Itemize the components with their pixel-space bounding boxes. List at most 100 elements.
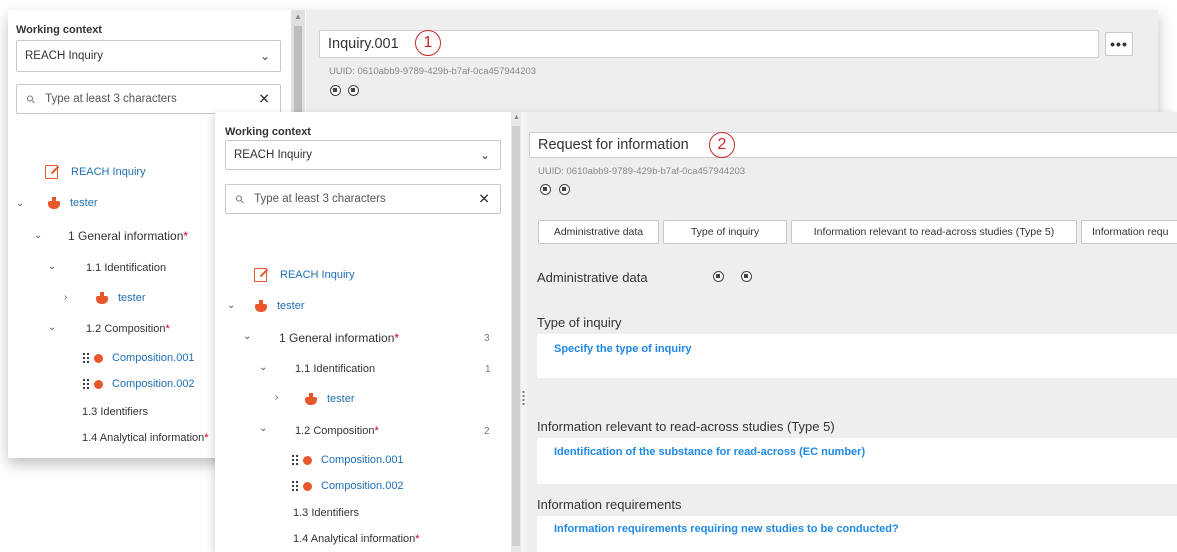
expand-caret-icon[interactable]: ⌄ <box>259 362 267 373</box>
search-icon: ⚲ <box>24 92 39 107</box>
required-marker: * <box>415 533 420 545</box>
uuid-label: UUID: 0610abb9-9789-429b-b7af-0ca4579442… <box>538 166 746 177</box>
tree-item-tester[interactable]: tester <box>48 197 98 209</box>
expand-caret-icon[interactable]: ⌄ <box>48 322 56 333</box>
drag-handle-icon[interactable] <box>82 352 90 364</box>
flag-icon[interactable] <box>540 184 551 195</box>
tab-administrative-data[interactable]: Administrative data <box>538 220 659 244</box>
flag-icon[interactable] <box>330 85 341 96</box>
scroll-up-icon[interactable]: ▲ <box>294 12 302 21</box>
splitter-grip-icon[interactable] <box>522 390 525 406</box>
tree-item-label: 1 General information <box>68 229 184 243</box>
working-context-select[interactable]: REACH Inquiry ⌄ <box>225 140 501 170</box>
expand-caret-icon[interactable]: › <box>64 292 67 303</box>
expand-caret-icon[interactable]: ⌄ <box>243 331 251 342</box>
tree-item-label: tester <box>118 292 146 304</box>
chevron-down-icon: ⌄ <box>479 148 490 162</box>
section-title-administrative-data: Administrative data <box>537 270 648 285</box>
tab-information-requirements[interactable]: Information requ <box>1081 220 1177 244</box>
tree-item-analytical-information[interactable]: 1.4 Analytical information * <box>293 533 420 545</box>
tree-item-label: Composition.001 <box>112 352 195 364</box>
drag-handle-icon[interactable] <box>291 454 299 466</box>
clear-icon[interactable]: ✕ <box>478 191 490 208</box>
drag-handle-icon[interactable] <box>291 480 299 492</box>
working-context-select[interactable]: REACH Inquiry ⌄ <box>16 40 281 72</box>
tree-item-reach-inquiry[interactable]: REACH Inquiry <box>44 164 146 179</box>
expand-caret-icon[interactable]: ⌄ <box>34 230 42 241</box>
expand-caret-icon[interactable]: ⌄ <box>259 423 267 434</box>
clear-icon[interactable]: ✕ <box>258 91 270 108</box>
required-marker: * <box>374 425 379 437</box>
expand-caret-icon[interactable]: ⌄ <box>16 198 24 209</box>
working-context-label: Working context <box>225 126 311 138</box>
required-marker: * <box>183 229 189 243</box>
flag-icon[interactable] <box>741 271 752 282</box>
child-count: 2 <box>484 426 490 437</box>
tree-item-label: Composition.002 <box>321 480 404 492</box>
required-marker: * <box>394 331 400 345</box>
tree-item-composition-001[interactable]: Composition.001 <box>82 352 195 364</box>
front-tree-scrollbar[interactable]: ▲ <box>511 112 521 552</box>
tree-item-identifiers[interactable]: 1.3 Identifiers <box>293 507 359 519</box>
flag-icon[interactable] <box>559 184 570 195</box>
substance-flask-icon <box>305 393 317 405</box>
tree-item-composition-002[interactable]: Composition.002 <box>82 378 195 390</box>
tree-item-identifiers[interactable]: 1.3 Identifiers <box>82 406 148 418</box>
tab-read-across-studies[interactable]: Information relevant to read-across stud… <box>791 220 1077 244</box>
tree-item-general-information[interactable]: 1 General information * <box>68 229 188 243</box>
section-title-type-of-inquiry: Type of inquiry <box>537 315 622 330</box>
required-marker: * <box>204 432 209 444</box>
tree-item-label: 1.4 Analytical information <box>82 432 205 444</box>
tree-item-reach-inquiry[interactable]: REACH Inquiry <box>253 267 355 282</box>
flag-icon[interactable] <box>348 85 359 96</box>
tree-item-composition[interactable]: 1.2 Composition * <box>86 323 170 335</box>
callout-marker: 2 <box>709 132 735 158</box>
field-new-studies-required[interactable]: Information requirements requiring new s… <box>554 523 899 535</box>
tree-item-label: REACH Inquiry <box>71 165 146 178</box>
working-context-label: Working context <box>16 24 102 36</box>
substance-flask-icon <box>96 292 108 304</box>
front-navigation-panel: Working context REACH Inquiry ⌄ ⚲ Type a… <box>215 112 511 552</box>
expand-caret-icon[interactable]: ⌄ <box>227 300 235 311</box>
status-dot-icon <box>303 481 312 491</box>
dataset-name-value: Request for information <box>538 137 689 153</box>
tree-search-input[interactable]: ⚲ Type at least 3 characters ✕ <box>225 184 501 214</box>
uuid-label: UUID: 0610abb9-9789-429b-b7af-0ca4579442… <box>329 66 537 77</box>
dataset-name-value: Inquiry.001 <box>328 36 399 52</box>
tree-item-composition[interactable]: 1.2 Composition * <box>295 425 379 437</box>
scrollbar-thumb[interactable] <box>512 126 520 546</box>
edit-document-icon <box>253 267 268 282</box>
scroll-up-icon[interactable]: ▲ <box>513 114 520 121</box>
expand-caret-icon[interactable]: ⌄ <box>48 261 56 272</box>
tree-item-identification[interactable]: 1.1 Identification <box>86 262 166 274</box>
tree-item-composition-001[interactable]: Composition.001 <box>291 454 404 466</box>
tree-item-analytical-information[interactable]: 1.4 Analytical information * <box>82 432 209 444</box>
tree-item-tester[interactable]: tester <box>255 300 305 312</box>
more-options-button[interactable]: ••• <box>1105 32 1133 56</box>
tree-item-identification-tester[interactable]: tester <box>96 292 146 304</box>
tree-item-label: 1.3 Identifiers <box>293 507 360 519</box>
tree-search-input[interactable]: ⚲ Type at least 3 characters ✕ <box>16 84 281 114</box>
tree-item-identification-tester[interactable]: tester <box>305 393 355 405</box>
section-title-information-requirements: Information requirements <box>537 497 682 512</box>
expand-caret-icon[interactable]: › <box>275 392 278 403</box>
tree-item-label: tester <box>70 197 98 209</box>
tree-item-general-information[interactable]: 1 General information * <box>279 331 399 345</box>
drag-handle-icon[interactable] <box>82 378 90 390</box>
tree-item-label: tester <box>277 300 305 312</box>
tree-item-label: 1.3 Identifiers <box>82 406 149 418</box>
working-context-value: REACH Inquiry <box>25 50 103 62</box>
tree-item-composition-002[interactable]: Composition.002 <box>291 480 404 492</box>
section-title-read-across: Information relevant to read-across stud… <box>537 419 835 434</box>
tab-type-of-inquiry[interactable]: Type of inquiry <box>663 220 787 244</box>
working-context-value: REACH Inquiry <box>234 149 312 161</box>
search-icon: ⚲ <box>233 192 248 207</box>
field-read-across-ec-number[interactable]: Identification of the substance for read… <box>554 446 865 458</box>
substance-flask-icon <box>255 300 267 312</box>
tree-item-label: REACH Inquiry <box>280 268 355 281</box>
field-type-of-inquiry[interactable]: Specify the type of inquiry <box>554 343 692 355</box>
tree-item-identification[interactable]: 1.1 Identification <box>295 363 375 375</box>
dataset-name-input[interactable]: Request for information <box>529 132 1177 158</box>
tree-item-label: 1 General information <box>279 331 395 345</box>
flag-icon[interactable] <box>713 271 724 282</box>
